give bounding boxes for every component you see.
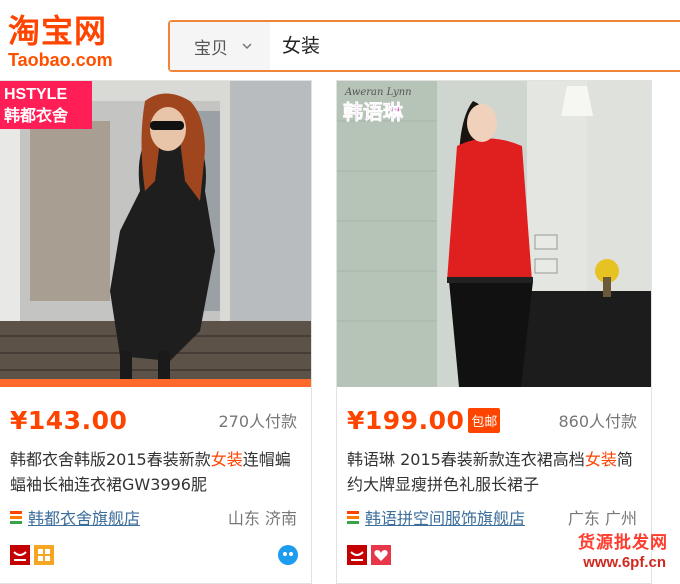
sales-count: 860人付款 — [558, 412, 637, 431]
sales-count: 270人付款 — [218, 412, 297, 431]
price-row: ¥199.00 包邮 860人付款 — [347, 403, 637, 437]
wangwang-chat-icon[interactable] — [277, 544, 299, 566]
title-text: 韩语琳 2015春装新款连衣裙高档 — [347, 450, 585, 469]
shop-list-icon — [10, 511, 22, 524]
title-keyword-highlight: 女装 — [210, 450, 243, 469]
svg-text:韩语琳: 韩语琳 — [343, 100, 404, 124]
product-photo-woman-red-top: Aweran Lynn 韩语琳 — [337, 81, 651, 387]
chevron-down-icon — [242, 43, 252, 50]
watermark-text: 货源批发网 — [578, 533, 668, 553]
search-type-dropdown[interactable]: 宝贝 — [170, 22, 270, 70]
price: ¥199.00 — [347, 405, 465, 435]
shop-row: 韩都衣舍旗舰店 山东 济南 — [10, 505, 297, 529]
heart-service-icon[interactable] — [371, 545, 391, 565]
search-input[interactable]: 女装 — [282, 22, 320, 70]
price-row: ¥143.00 270人付款 — [10, 403, 297, 437]
product-title[interactable]: 韩语琳 2015春装新款连衣裙高档女装简约大牌显瘦拼色礼服长裙子 — [347, 447, 641, 497]
product-card[interactable]: HSTYLE 韩都衣舍 ¥143.00 270人付款 韩都衣舍韩版2015春装新… — [0, 80, 312, 584]
shop-name-link[interactable]: 韩语拼空间服饰旗舰店 — [365, 505, 525, 529]
watermark: 货源批发网 www.6pf.cn — [524, 526, 674, 580]
title-text: 韩都衣舍韩版2015春装新款 — [10, 450, 211, 469]
guarantee-icon[interactable] — [34, 545, 54, 565]
product-image[interactable]: HSTYLE 韩都衣舍 — [0, 81, 311, 387]
free-shipping-badge: 包邮 — [468, 407, 501, 433]
product-title[interactable]: 韩都衣舍韩版2015春装新款女装连帽蝙蝠袖长袖连衣裙GW3996胒 — [10, 447, 301, 497]
logo-english-text: Taobao.com — [8, 50, 113, 70]
tmall-icon[interactable] — [10, 545, 30, 565]
product-card[interactable]: Aweran Lynn 韩语琳 ¥199.00 包邮 860人付款 韩语琳 20… — [336, 80, 652, 584]
shop-location: 山东 济南 — [227, 509, 297, 528]
shop-name-link[interactable]: 韩都衣舍旗舰店 — [28, 505, 140, 529]
logo-chinese-text: 淘宝网 — [8, 12, 108, 50]
watermark-url: www.6pf.cn — [583, 554, 666, 571]
product-photo-woman-black-dress: HSTYLE 韩都衣舍 — [0, 81, 311, 379]
search-box[interactable]: 宝贝 女装 — [168, 20, 680, 72]
service-icons — [10, 543, 299, 567]
title-keyword-highlight: 女装 — [584, 450, 617, 469]
tmall-icon[interactable] — [347, 545, 367, 565]
svg-text:Aweran Lynn: Aweran Lynn — [344, 87, 412, 98]
svg-text:韩都衣舍: 韩都衣舍 — [4, 106, 69, 125]
search-type-label: 宝贝 — [194, 38, 228, 59]
svg-text:HSTYLE: HSTYLE — [4, 86, 67, 103]
price: ¥143.00 — [10, 405, 128, 435]
product-image[interactable]: Aweran Lynn 韩语琳 — [337, 81, 651, 387]
taobao-logo[interactable]: 淘宝网 Taobao.com — [8, 14, 138, 70]
shop-list-icon — [347, 511, 359, 524]
header: 淘宝网 Taobao.com 宝贝 女装 — [0, 0, 680, 78]
